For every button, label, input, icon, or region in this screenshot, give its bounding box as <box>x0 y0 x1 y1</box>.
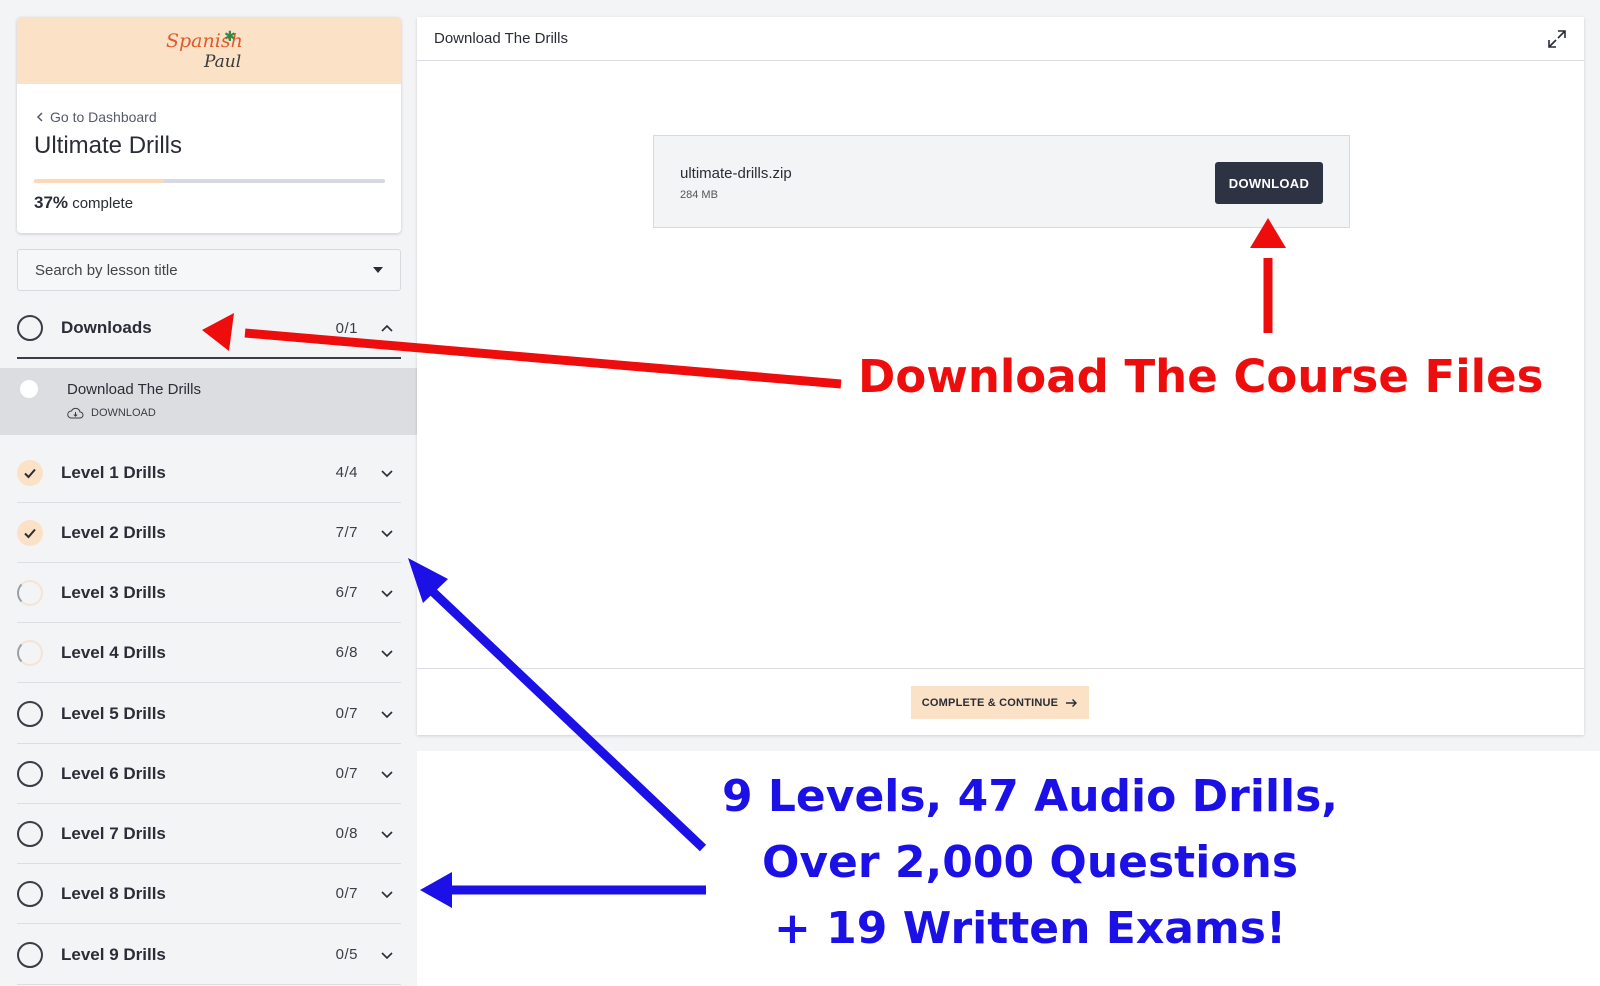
course-progress-fill <box>34 179 164 183</box>
chapter-count: 0/1 <box>335 319 358 337</box>
chapter-count: 0/7 <box>335 765 358 782</box>
chapter-name: Level 3 Drills <box>61 582 166 602</box>
search-placeholder: Search by lesson title <box>35 261 178 279</box>
course-sidebar: Spanish ✱ Paul Go to Dashboard Ultimate … <box>0 0 417 986</box>
progress-circle-icon <box>17 579 43 606</box>
caret-down-icon <box>373 267 383 273</box>
chapter-name: Level 6 Drills <box>61 763 166 783</box>
chevron-down-icon <box>380 586 394 600</box>
chapter-level-6-drills[interactable]: Level 6 Drills 0/7 <box>17 744 401 804</box>
go-to-dashboard-link[interactable]: Go to Dashboard <box>36 109 157 125</box>
annotation-blue-text: 9 Levels, 47 Audio Drills, Over 2,000 Qu… <box>680 764 1380 962</box>
complete-and-continue-button[interactable]: COMPLETE & CONTINUE <box>911 686 1089 719</box>
cloud-download-icon <box>67 407 84 419</box>
logo-band: Spanish ✱ Paul <box>17 17 401 84</box>
chapter-level-9-drills[interactable]: Level 9 Drills 0/5 <box>17 925 401 985</box>
chapter-name: Level 4 Drills <box>61 642 166 662</box>
school-logo[interactable]: Spanish ✱ Paul <box>164 26 254 76</box>
lesson-item-download-the-drills[interactable]: Download The Drills DOWNLOAD <box>0 368 417 435</box>
chapter-name: Level 8 Drills <box>61 883 166 903</box>
progress-text: 37% complete <box>34 193 133 213</box>
chevron-up-icon <box>380 321 394 335</box>
chapter-level-4-drills[interactable]: Level 4 Drills 6/8 <box>17 623 401 683</box>
expand-icon[interactable] <box>1547 29 1567 49</box>
lesson-footer: COMPLETE & CONTINUE <box>417 668 1584 735</box>
chapter-count: 0/7 <box>335 885 358 902</box>
chapter-level-5-drills[interactable]: Level 5 Drills 0/7 <box>17 684 401 744</box>
empty-circle-icon <box>17 820 43 847</box>
annotation-blue-line-2: Over 2,000 Questions <box>761 837 1299 888</box>
chevron-down-icon <box>380 646 394 660</box>
chapter-downloads[interactable]: Downloads 0/1 <box>17 299 401 359</box>
chevron-down-icon <box>380 767 394 781</box>
chapter-count: 0/7 <box>335 705 358 722</box>
annotation-blue-line-1: 9 Levels, 47 Audio Drills, <box>721 771 1339 822</box>
palm-tree-icon: ✱ <box>224 27 236 44</box>
lesson-header: Download The Drills <box>417 17 1584 61</box>
course-card: Spanish ✱ Paul Go to Dashboard Ultimate … <box>17 17 401 233</box>
check-circle-icon <box>17 519 43 546</box>
lesson-heading: Download The Drills <box>434 30 568 47</box>
annotation-blue-line-3: + 19 Written Exams! <box>773 903 1287 954</box>
empty-circle-icon <box>17 315 43 341</box>
complete-label: COMPLETE & CONTINUE <box>921 696 1059 709</box>
chevron-down-icon <box>380 466 394 480</box>
chevron-down-icon <box>380 887 394 901</box>
chapter-name: Level 2 Drills <box>61 522 166 542</box>
annotation-red-text: Download The Course Files <box>858 350 1544 403</box>
empty-circle-icon <box>17 941 43 968</box>
chevron-down-icon <box>380 827 394 841</box>
course-progress-bar <box>34 179 385 183</box>
logo-text-bottom: Paul <box>204 51 242 72</box>
empty-circle-icon <box>17 880 43 907</box>
lesson-title: Download The Drills <box>67 381 201 398</box>
course-title: Ultimate Drills <box>34 132 183 159</box>
chapter-count: 7/7 <box>335 524 358 541</box>
download-button[interactable]: DOWNLOAD <box>1215 162 1323 204</box>
lesson-type-label: DOWNLOAD <box>91 407 156 419</box>
chapter-level-7-drills[interactable]: Level 7 Drills 0/8 <box>17 804 401 864</box>
lesson-search-select[interactable]: Search by lesson title <box>17 249 401 291</box>
chapter-level-2-drills[interactable]: Level 2 Drills 7/7 <box>17 503 401 563</box>
chevron-down-icon <box>380 948 394 962</box>
chapter-level-8-drills[interactable]: Level 8 Drills 0/7 <box>17 864 401 924</box>
chapter-level-3-drills[interactable]: Level 3 Drills 6/7 <box>17 563 401 623</box>
back-link-label: Go to Dashboard <box>50 109 157 125</box>
chevron-down-icon <box>380 707 394 721</box>
chapter-name: Level 1 Drills <box>61 462 166 482</box>
chapter-count: 6/7 <box>335 584 358 601</box>
arrow-right-icon <box>1066 698 1078 707</box>
chapter-count: 0/5 <box>335 946 358 963</box>
download-file-box: ultimate-drills.zip 284 MB DOWNLOAD <box>653 135 1350 228</box>
progress-circle-icon <box>17 639 43 666</box>
progress-percent: 37% <box>34 193 69 212</box>
chapter-name: Level 7 Drills <box>61 823 166 843</box>
file-name: ultimate-drills.zip <box>680 165 792 182</box>
lesson-type: DOWNLOAD <box>67 407 156 419</box>
file-size: 284 MB <box>680 189 718 201</box>
progress-label: complete <box>72 195 134 212</box>
chapter-level-1-drills[interactable]: Level 1 Drills 4/4 <box>17 443 401 503</box>
chapter-name: Level 5 Drills <box>61 703 166 723</box>
chapter-name: Downloads <box>61 318 152 337</box>
chapter-count: 6/8 <box>335 644 358 661</box>
empty-circle-icon <box>17 760 43 787</box>
lesson-status-icon <box>20 380 38 398</box>
chapter-count: 4/4 <box>335 464 358 481</box>
chevron-down-icon <box>380 526 394 540</box>
chapter-name: Level 9 Drills <box>61 944 166 964</box>
empty-circle-icon <box>17 700 43 727</box>
chapter-count: 0/8 <box>335 825 358 842</box>
check-circle-icon <box>17 459 43 486</box>
chevron-left-icon <box>36 112 43 122</box>
